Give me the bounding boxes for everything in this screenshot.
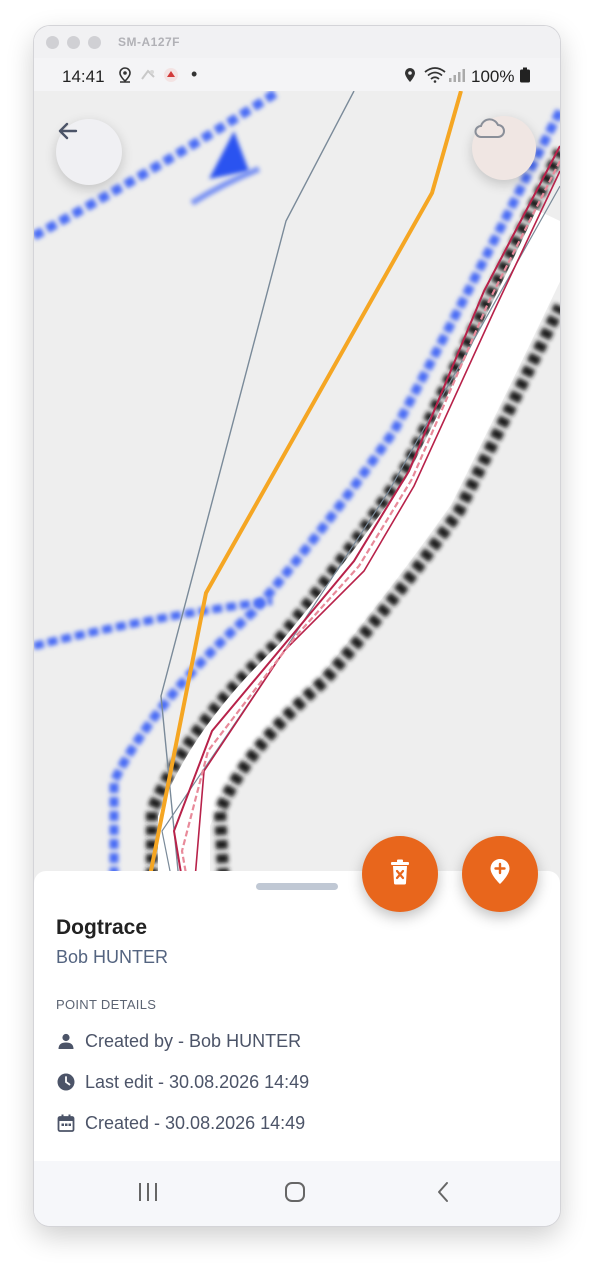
app-notification-icon	[140, 67, 156, 86]
back-button[interactable]	[56, 119, 122, 185]
calendar-icon	[56, 1113, 76, 1133]
map-canvas	[34, 91, 560, 891]
sheet-title: Dogtrace	[56, 916, 148, 939]
direction-arrow	[209, 131, 249, 179]
add-point-button[interactable]	[462, 836, 538, 912]
section-label: POINT DETAILS	[56, 997, 157, 1012]
app-badge-icon	[162, 67, 180, 86]
detail-created-by-text: Created by - Bob HUNTER	[85, 1030, 302, 1051]
nav-back-button[interactable]	[428, 1179, 458, 1209]
detail-created-text: Created - 30.08.2026 14:49	[85, 1112, 306, 1133]
notification-dot: •	[191, 64, 198, 84]
home-icon	[284, 1181, 306, 1208]
trash-icon	[389, 859, 411, 890]
window-zoom-dot[interactable]	[88, 36, 101, 49]
window-titlebar: SM-A127F	[34, 26, 560, 59]
device-frame: SM-A127F 14:41 • 100% Dogtrace Bob HUNTE…	[34, 26, 560, 1226]
map-view[interactable]	[34, 91, 560, 891]
window-close-dot[interactable]	[46, 36, 59, 49]
detail-last-edit-text: Last edit - 30.08.2026 14:49	[85, 1071, 310, 1092]
point-details-sheet[interactable]: Dogtrace Bob HUNTER POINT DETAILS Create…	[34, 871, 560, 1161]
device-name: SM-A127F	[118, 35, 181, 49]
battery-icon	[519, 67, 531, 86]
home-button[interactable]	[280, 1179, 310, 1209]
clock-icon	[56, 1072, 76, 1092]
person-icon	[56, 1031, 76, 1051]
detail-created-by: Created by - Bob HUNTER	[56, 1029, 301, 1053]
location-active-icon	[404, 67, 416, 86]
cloud-sync-button[interactable]	[472, 116, 536, 180]
status-time: 14:41	[62, 67, 105, 86]
signal-icon	[448, 67, 466, 86]
sheet-subtitle: Bob HUNTER	[56, 947, 169, 967]
window-minimize-dot[interactable]	[67, 36, 80, 49]
location-status-icon	[118, 67, 132, 86]
sheet-drag-handle[interactable]	[256, 883, 338, 890]
recents-button[interactable]	[133, 1179, 163, 1209]
status-bar: 14:41 • 100%	[34, 58, 560, 91]
back-chevron-icon	[435, 1181, 451, 1208]
delete-point-button[interactable]	[362, 836, 438, 912]
wifi-icon	[424, 67, 446, 86]
detail-last-edit: Last edit - 30.08.2026 14:49	[56, 1070, 309, 1094]
system-nav-bar	[34, 1161, 560, 1226]
map-pin-plus-icon	[489, 858, 511, 891]
battery-percent: 100%	[471, 67, 515, 86]
detail-created: Created - 30.08.2026 14:49	[56, 1111, 305, 1135]
recents-icon	[136, 1181, 160, 1208]
